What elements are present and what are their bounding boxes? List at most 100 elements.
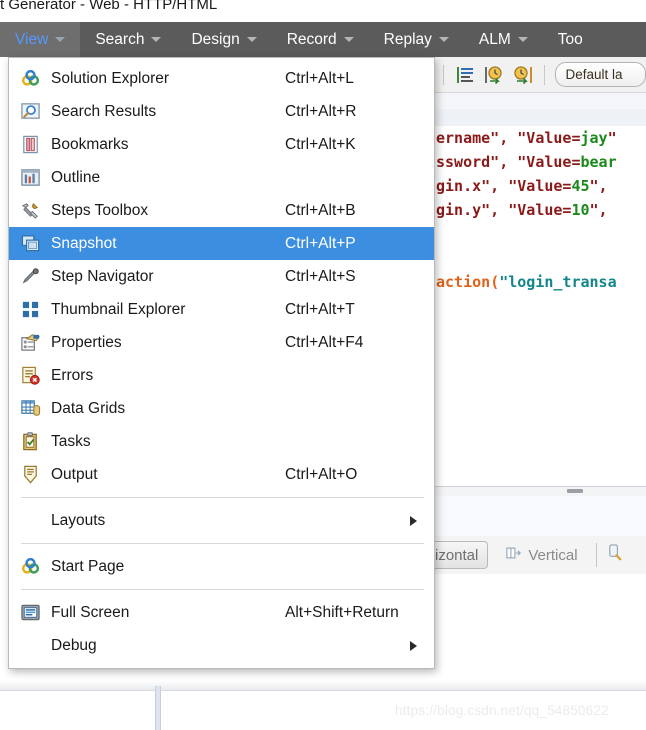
- menu-item-label: Outline: [51, 168, 101, 186]
- tab-vertical-label: Vertical: [528, 546, 578, 564]
- code-line: ssword", "Value=bear: [436, 150, 646, 174]
- menu-item-thumbnail-explorer[interactable]: Thumbnail Explorer Ctrl+Alt+T: [9, 293, 434, 326]
- code-token: ername",: [436, 129, 518, 147]
- chevron-down-icon: [517, 37, 528, 42]
- tab-vertical[interactable]: Vertical: [497, 542, 586, 568]
- menubar-item-label: Record: [286, 30, 337, 48]
- search-results-icon: [17, 101, 43, 123]
- menu-item-search-results[interactable]: Search Results Ctrl+Alt+R: [9, 95, 434, 128]
- editor-breadcrumb-strip-2: [420, 109, 646, 127]
- menubar-item-label: Search: [95, 30, 145, 48]
- menu-item-steps-toolbox[interactable]: Steps Toolbox Ctrl+Alt+B: [9, 194, 434, 227]
- chevron-right-icon: [410, 640, 417, 651]
- view-dropdown-menu: Solution Explorer Ctrl+Alt+L Search Result…: [8, 57, 435, 669]
- code-token: jay: [580, 129, 608, 147]
- steps-toolbox-icon: [17, 200, 43, 222]
- menu-item-data-grids[interactable]: Data Grids: [9, 392, 434, 425]
- layout-combobox[interactable]: Default la: [554, 62, 646, 87]
- code-line: gin.y", "Value=10",: [436, 198, 646, 222]
- format-lines-icon[interactable]: [454, 64, 476, 86]
- data-grids-icon: [17, 398, 43, 420]
- menu-item-shortcut: Ctrl+Alt+F4: [285, 333, 364, 351]
- menubar-item-label: Replay: [383, 30, 432, 48]
- menu-item-tasks[interactable]: Tasks: [9, 425, 434, 458]
- chevron-down-icon: [343, 37, 354, 42]
- code-token: action: [436, 273, 491, 291]
- chevron-down-icon: [151, 37, 162, 42]
- code-editor[interactable]: ername", "Value=jay" ssword", "Value=bear…: [436, 126, 646, 480]
- menu-item-full-screen[interactable]: Full Screen Alt+Shift+Return: [9, 596, 434, 629]
- menu-item-no-icon: [17, 510, 43, 532]
- menu-item-solution-explorer[interactable]: Solution Explorer Ctrl+Alt+L: [9, 62, 434, 95]
- bookmarks-icon: [17, 134, 43, 156]
- code-token: "Value=: [508, 177, 572, 195]
- code-token: (: [490, 273, 500, 291]
- menu-item-no-icon: [17, 635, 43, 657]
- menu-item-label: Snapshot: [51, 234, 117, 252]
- menubar-item-label: ALM: [478, 30, 511, 48]
- tasks-icon: [17, 431, 43, 453]
- menu-item-label: Output: [51, 465, 98, 483]
- thumbnail-explorer-icon: [17, 299, 43, 321]
- menu-item-label: Thumbnail Explorer: [51, 300, 186, 318]
- menu-item-label: Debug: [51, 636, 97, 654]
- menu-item-label: Search Results: [51, 102, 157, 120]
- toolbar-separator-2: [543, 64, 545, 85]
- menubar-item-too[interactable]: Too: [543, 22, 598, 57]
- code-line: ername", "Value=jay": [436, 126, 646, 150]
- menubar-item-replay[interactable]: Replay: [369, 22, 464, 57]
- snapshot-attach-icon[interactable]: [606, 543, 625, 567]
- start-page-icon: [17, 556, 43, 578]
- menu-item-errors[interactable]: Errors: [9, 359, 434, 392]
- menu-item-shortcut: Alt+Shift+Return: [285, 603, 399, 621]
- menu-bar: View Search Design Record Replay ALM Too: [0, 22, 646, 57]
- menubar-item-label: Design: [191, 30, 240, 48]
- step-into-time-icon[interactable]: [483, 64, 505, 86]
- code-token: "Value=: [517, 129, 581, 147]
- tab-horizontal-label: rizontal: [430, 546, 479, 564]
- output-icon: [17, 464, 43, 486]
- menu-item-start-page[interactable]: Start Page: [9, 550, 434, 583]
- menubar-item-label: Too: [557, 30, 583, 48]
- splitter-grip[interactable]: [567, 489, 583, 493]
- step-over-time-icon[interactable]: [512, 64, 534, 86]
- step-navigator-icon: [17, 266, 43, 288]
- menubar-item-design[interactable]: Design: [176, 22, 271, 57]
- menu-separator: [21, 543, 424, 544]
- menu-item-shortcut: Ctrl+Alt+K: [285, 135, 356, 153]
- menu-item-shortcut: Ctrl+Alt+P: [285, 234, 356, 252]
- menu-item-snapshot[interactable]: Snapshot Ctrl+Alt+P: [9, 227, 434, 260]
- code-token: bear: [580, 153, 617, 171]
- menubar-item-record[interactable]: Record: [272, 22, 369, 57]
- menubar-item-search[interactable]: Search: [80, 22, 176, 57]
- code-token: ": [607, 129, 617, 147]
- code-token: "login_transa: [499, 273, 617, 291]
- code-token: ssword",: [436, 153, 518, 171]
- menu-item-label: Bookmarks: [51, 135, 129, 153]
- menu-item-label: Properties: [51, 333, 122, 351]
- menu-item-bookmarks[interactable]: Bookmarks Ctrl+Alt+K: [9, 128, 434, 161]
- menu-separator: [21, 497, 424, 498]
- workspace-divider: [155, 686, 161, 730]
- vertical-split-icon: [506, 545, 522, 565]
- code-token: ",: [589, 201, 608, 219]
- chevron-down-icon: [55, 37, 66, 42]
- menu-item-shortcut: Ctrl+Alt+O: [285, 465, 358, 483]
- code-token: gin.y",: [436, 201, 509, 219]
- menu-item-layouts[interactable]: Layouts: [9, 504, 434, 537]
- menubar-item-view[interactable]: View: [0, 22, 81, 57]
- menu-item-output[interactable]: Output Ctrl+Alt+O: [9, 458, 434, 491]
- menu-item-debug[interactable]: Debug: [9, 629, 434, 662]
- menu-item-outline[interactable]: Outline: [9, 161, 434, 194]
- menubar-item-label: View: [15, 30, 49, 48]
- editor-toolbar: ▸ Default la: [420, 57, 646, 93]
- editor-breadcrumb-strip: [420, 93, 646, 110]
- solution-explorer-icon: [17, 68, 43, 90]
- menubar-item-alm[interactable]: ALM: [464, 22, 543, 57]
- full-screen-icon: [17, 602, 43, 624]
- menu-item-step-navigator[interactable]: Step Navigator Ctrl+Alt+S: [9, 260, 434, 293]
- menu-item-properties[interactable]: Properties Ctrl+Alt+F4: [9, 326, 434, 359]
- code-token: gin.x",: [436, 177, 509, 195]
